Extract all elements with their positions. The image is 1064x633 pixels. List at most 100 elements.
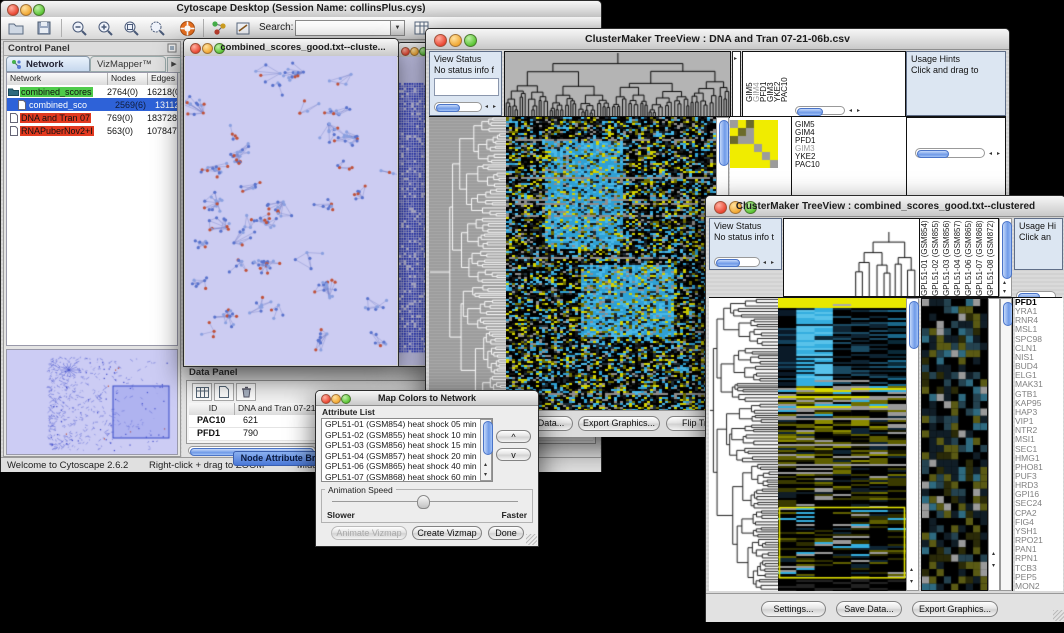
scroll-thumb[interactable] — [483, 421, 493, 455]
tv1-status-hscrollbar[interactable] — [434, 102, 482, 112]
gene-label[interactable]: HRD3 — [1015, 481, 1063, 490]
tv2-export-graphics-button[interactable]: Export Graphics... — [912, 601, 998, 617]
gene-label[interactable]: RNR4 — [1015, 316, 1063, 325]
gene-label[interactable]: GTB1 — [1015, 390, 1063, 399]
gene-label[interactable]: TCB3 — [1015, 564, 1063, 573]
search-dropdown-icon[interactable]: ▼ — [390, 20, 405, 36]
attribute-item[interactable]: GPL51-01 (GSM854) heat shock 05 min — [322, 419, 492, 430]
float-panel-icon[interactable] — [167, 43, 177, 53]
open-file-icon[interactable] — [7, 19, 25, 37]
scroll-down-icon[interactable]: ▾ — [1003, 289, 1006, 295]
slider-thumb[interactable] — [417, 495, 430, 509]
gene-label[interactable]: KAP95 — [1015, 399, 1063, 408]
gene-label[interactable]: RPN1 — [1015, 554, 1063, 563]
gene-label[interactable]: HAP3 — [1015, 408, 1063, 417]
attribute-item[interactable]: GPL51-02 (GSM855) heat shock 10 min — [322, 430, 492, 441]
scroll-thumb[interactable] — [909, 301, 919, 349]
tv1-row-dendrogram[interactable] — [429, 117, 506, 410]
tv2-zoom-vscrollbar[interactable]: ▴ ▾ — [988, 298, 1000, 591]
network-row[interactable]: combined_sco 2569(6) 13112(15) — [7, 98, 177, 111]
tv2-settings-button[interactable]: Settings... — [761, 601, 826, 617]
gene-label[interactable]: FIG4 — [1015, 518, 1063, 527]
gene-label[interactable]: PHO81 — [1015, 463, 1063, 472]
gene-label[interactable]: HMG1 — [1015, 454, 1063, 463]
tv2-column-dendrogram[interactable] — [783, 218, 920, 297]
col-header-network[interactable]: Network — [7, 73, 108, 85]
save-icon[interactable] — [35, 19, 53, 37]
close-button[interactable] — [401, 47, 410, 56]
zoom-in-icon[interactable] — [95, 19, 115, 37]
tv1-heatmap[interactable] — [506, 117, 716, 410]
gene-label[interactable]: PAN1 — [1015, 545, 1063, 554]
gene-label[interactable]: PUF3 — [1015, 472, 1063, 481]
scroll-thumb[interactable] — [917, 150, 949, 158]
attribute-item[interactable]: GPL51-06 (GSM865) heat shock 40 min — [322, 461, 492, 472]
gene-label[interactable]: VIP1 — [1015, 417, 1063, 426]
treeview2-title-bar[interactable]: ClusterMaker TreeView : combined_scores_… — [706, 196, 1064, 217]
network-row[interactable]: DNA and Tran 07 769(0) 183728(0) — [7, 111, 177, 124]
data-col-id[interactable]: ID — [189, 403, 235, 415]
scroll-up-icon[interactable]: ▴ — [1003, 280, 1006, 286]
done-button[interactable]: Done — [488, 526, 524, 540]
scroll-right-icon[interactable]: ▸ — [771, 260, 774, 266]
tv1-matrix-hscrollbar[interactable] — [795, 106, 845, 115]
main-title-bar[interactable]: Cytoscape Desktop (Session Name: collins… — [1, 1, 601, 18]
animate-vizmap-button[interactable]: Animate Vizmap — [331, 526, 407, 540]
scroll-thumb[interactable] — [797, 108, 823, 116]
gene-label[interactable]: MSI1 — [1015, 435, 1063, 444]
delete-attribute-icon[interactable] — [236, 383, 256, 401]
gene-label[interactable]: YRA1 — [1015, 307, 1063, 316]
gene-label[interactable]: PFD1 — [1015, 298, 1063, 307]
create-vizmap-button[interactable]: Create Vizmap — [412, 526, 482, 540]
resize-grip[interactable] — [1053, 610, 1064, 621]
scroll-left-icon[interactable]: ◂ — [763, 260, 766, 266]
attribute-item[interactable]: GPL51-03 (GSM856) heat shock 15 min — [322, 440, 492, 451]
gene-label[interactable]: MON2 — [1015, 582, 1063, 591]
treeview1-title-bar[interactable]: ClusterMaker TreeView : DNA and Tran 07-… — [426, 29, 1009, 50]
scroll-left-icon[interactable]: ◂ — [485, 104, 488, 110]
attribute-item[interactable]: GPL51-07 (GSM868) heat shock 60 min — [322, 472, 492, 482]
tv1-similarity-matrix[interactable] — [730, 120, 778, 168]
col-header-nodes[interactable]: Nodes — [108, 73, 148, 85]
gene-label[interactable]: NTR2 — [1015, 426, 1063, 435]
gene-label[interactable]: ELG1 — [1015, 371, 1063, 380]
network-overview-canvas[interactable] — [7, 350, 177, 454]
attribute-item[interactable]: GPL51-04 (GSM857) heat shock 20 min — [322, 451, 492, 462]
gene-label[interactable]: CPA2 — [1015, 509, 1063, 518]
gene-label[interactable]: NIS1 — [1015, 353, 1063, 362]
scroll-thumb[interactable] — [716, 259, 740, 267]
tv1-usage-hscrollbar[interactable] — [915, 148, 985, 158]
scroll-left-icon[interactable]: ◂ — [989, 151, 992, 157]
network-view-title-bar[interactable]: combined_scores_good.txt--cluste... — [184, 39, 398, 57]
scroll-up-icon[interactable]: ▴ — [484, 462, 487, 468]
modify-network-icon[interactable] — [209, 19, 229, 37]
move-up-button[interactable]: ^ — [496, 430, 531, 443]
gene-label[interactable]: SEC24 — [1015, 499, 1063, 508]
tv2-row-dendrogram[interactable] — [709, 298, 778, 591]
tv1-column-dendrogram[interactable] — [504, 51, 731, 118]
attribute-list-vscrollbar[interactable]: ▴ ▾ — [480, 419, 492, 481]
tv1-export-graphics-button[interactable]: Export Graphics... — [578, 416, 660, 431]
tv2-genelist-vscrollbar[interactable] — [1000, 298, 1012, 591]
scroll-left-icon[interactable]: ◂ — [849, 108, 852, 114]
resize-grip[interactable] — [526, 534, 537, 545]
gene-label[interactable]: SPC98 — [1015, 335, 1063, 344]
scroll-down-icon[interactable]: ▾ — [992, 563, 995, 569]
tv2-save-data-button[interactable]: Save Data... — [836, 601, 902, 617]
scroll-thumb[interactable] — [436, 104, 460, 112]
scroll-down-icon[interactable]: ▾ — [910, 579, 913, 585]
scroll-thumb[interactable] — [1002, 221, 1012, 279]
gene-label[interactable]: CLN1 — [1015, 344, 1063, 353]
gene-label[interactable]: SEC1 — [1015, 445, 1063, 454]
network-canvas[interactable] — [185, 56, 397, 365]
gene-label[interactable]: MAK31 — [1015, 380, 1063, 389]
gene-label[interactable]: MSL1 — [1015, 325, 1063, 334]
gene-label[interactable]: YSH1 — [1015, 527, 1063, 536]
zoom-selected-icon[interactable] — [147, 19, 167, 37]
tv2-header-vscrollbar[interactable]: ▴ ▾ — [999, 218, 1012, 297]
zoom-out-icon[interactable] — [69, 19, 89, 37]
scroll-up-icon[interactable]: ▴ — [992, 551, 995, 557]
tv2-zoom-heatmap[interactable] — [921, 298, 988, 591]
gene-label[interactable]: BUD4 — [1015, 362, 1063, 371]
network-overview-panel[interactable] — [6, 349, 178, 455]
